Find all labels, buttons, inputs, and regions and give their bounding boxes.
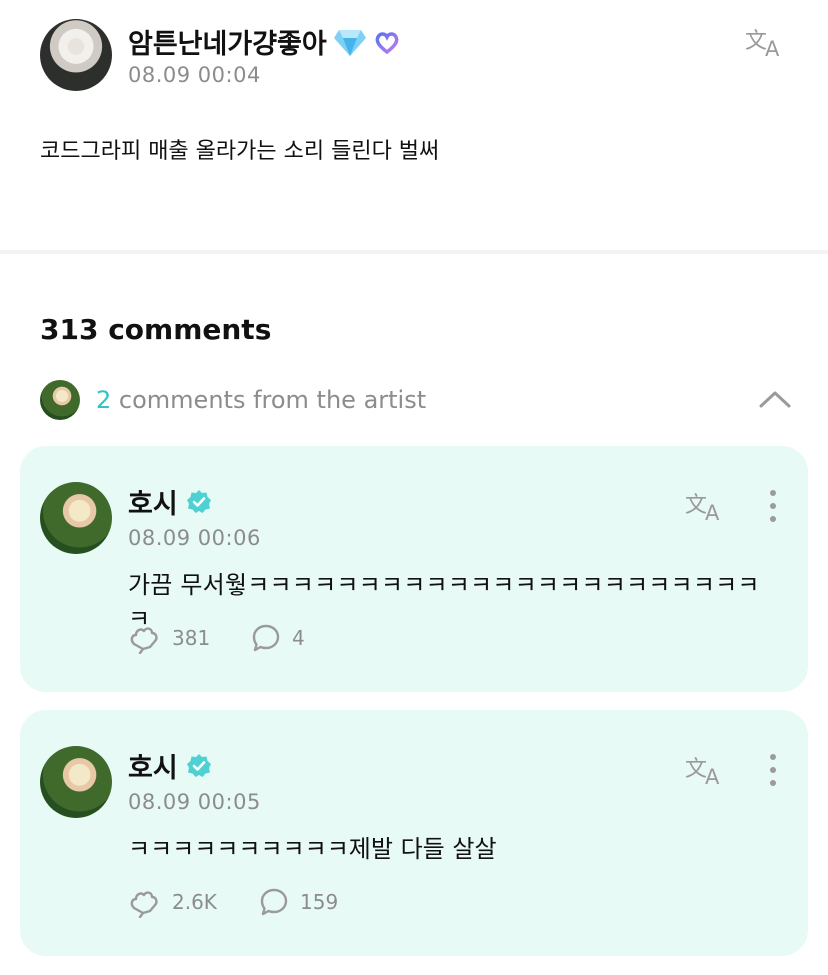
like-button[interactable]: 2.6K xyxy=(128,886,217,918)
artist-name[interactable]: 호시 xyxy=(128,746,178,785)
like-button[interactable]: 381 xyxy=(128,622,210,654)
svg-text:A: A xyxy=(705,765,720,788)
post-time: 08.09 00:04 xyxy=(128,63,261,87)
svg-text:A: A xyxy=(705,501,720,524)
more-options-icon[interactable] xyxy=(768,754,778,788)
svg-text:文: 文 xyxy=(685,757,707,782)
artist-comment-text: ㅋㅋㅋㅋㅋㅋㅋㅋㅋㅋ제발 다들 살살 xyxy=(128,835,497,863)
reply-bubble-icon xyxy=(260,888,288,916)
chevron-up-icon[interactable] xyxy=(758,388,792,410)
artist-name[interactable]: 호시 xyxy=(128,482,178,521)
post-author-name[interactable]: 암튼난네가걍좋아 xyxy=(128,22,327,61)
like-count: 381 xyxy=(172,626,211,650)
artist-comment-card: 호시 08.09 00:05 文 A ㅋㅋㅋㅋㅋㅋㅋㅋㅋㅋ제발 다들 살살 2.… xyxy=(20,710,808,956)
translate-icon[interactable]: 文 A xyxy=(684,488,728,524)
post-body: 코드그라피 매출 올라가는 소리 들린다 벌써 xyxy=(40,139,440,164)
membership-heart-icon xyxy=(375,31,399,54)
section-divider xyxy=(0,250,828,254)
artist-comment-time: 08.09 00:05 xyxy=(128,790,261,814)
like-count: 2.6K xyxy=(172,890,217,914)
post-author-row: 암튼난네가걍좋아 xyxy=(128,22,401,61)
artist-name-row: 호시 xyxy=(128,746,212,785)
reply-count: 4 xyxy=(292,626,305,650)
svg-text:A: A xyxy=(765,37,780,60)
reply-button[interactable]: 159 xyxy=(258,886,338,918)
artist-avatar[interactable] xyxy=(40,746,112,818)
svg-text:文: 文 xyxy=(745,29,767,54)
artist-comments-label: comments from the artist xyxy=(118,386,427,414)
reply-count: 159 xyxy=(300,890,339,914)
reply-bubble-icon xyxy=(252,624,280,652)
artist-comment-card: 호시 08.09 00:06 文 A 가끔 무서웧ㅋㅋㅋㅋㅋㅋㅋㅋㅋㅋㅋㅋㅋㅋㅋ… xyxy=(20,446,808,692)
svg-text:文: 文 xyxy=(685,493,707,518)
artist-comment-text: 가끔 무서웧ㅋㅋㅋㅋㅋㅋㅋㅋㅋㅋㅋㅋㅋㅋㅋㅋㅋㅋㅋㅋㅋㅋㅋㅋ xyxy=(128,571,760,633)
like-icon xyxy=(130,891,158,918)
translate-icon[interactable]: 文 A xyxy=(744,24,788,60)
artist-avatar-small xyxy=(40,380,80,420)
post-author-avatar[interactable] xyxy=(40,19,112,91)
artist-comments-count: 2 xyxy=(96,386,112,414)
verified-badge-icon xyxy=(186,489,211,513)
like-icon xyxy=(130,627,158,654)
artist-avatar[interactable] xyxy=(40,482,112,554)
reply-button[interactable]: 4 xyxy=(250,622,305,654)
artist-comments-toggle[interactable]: 2 comments from the artist xyxy=(96,386,426,414)
diamond-icon xyxy=(333,29,366,56)
comments-count: 313 comments xyxy=(40,313,272,346)
artist-name-row: 호시 xyxy=(128,482,212,521)
artist-comment-time: 08.09 00:06 xyxy=(128,526,261,550)
more-options-icon[interactable] xyxy=(768,490,778,524)
verified-badge-icon xyxy=(186,753,211,777)
translate-icon[interactable]: 文 A xyxy=(684,752,728,788)
